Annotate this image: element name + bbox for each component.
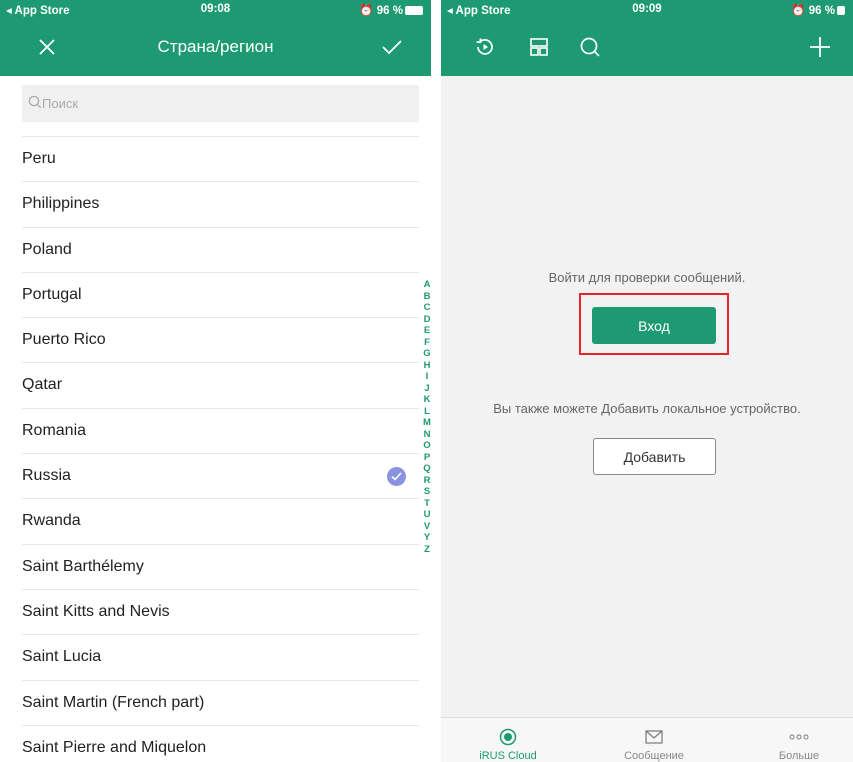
country-item[interactable]: Puerto Rico <box>22 318 419 364</box>
alphabet-letter[interactable]: R <box>421 475 431 487</box>
country-item[interactable]: Saint Martin (French part) <box>22 681 419 726</box>
playback-button[interactable] <box>468 30 502 64</box>
tab-more[interactable]: Больше <box>749 718 849 762</box>
alphabet-letter[interactable]: K <box>421 394 431 406</box>
nav-bar <box>441 18 853 76</box>
alphabet-letter[interactable]: Z <box>421 544 431 556</box>
country-region-screen: ◂ App Store 09:08 ⏰ 96 % Страна/регион P… <box>0 0 431 762</box>
alphabet-letter[interactable]: D <box>421 314 431 326</box>
country-name: Romania <box>22 421 87 439</box>
battery-percent: 96 % <box>808 5 835 17</box>
alphabet-letter[interactable]: A <box>421 279 431 291</box>
add-device-button[interactable] <box>803 30 837 64</box>
alphabet-letter[interactable]: G <box>421 348 431 360</box>
alphabet-letter[interactable]: M <box>421 417 431 429</box>
checkmark-icon <box>382 40 402 55</box>
login-button[interactable]: Вход <box>592 307 716 344</box>
country-name: Saint Barthélemy <box>22 557 144 575</box>
country-item[interactable]: Russia <box>22 454 419 500</box>
login-prompt-text: Войти для проверки сообщений. <box>548 270 746 285</box>
more-dots-icon <box>789 734 809 740</box>
alphabet-letter[interactable]: V <box>421 521 431 533</box>
alphabet-letter[interactable]: L <box>421 406 431 418</box>
country-name: Rwanda <box>22 512 81 530</box>
status-bar: ◂ App Store 09:09 ⏰ 96 % <box>441 0 853 18</box>
alarm-icon: ⏰ <box>791 5 806 17</box>
cloud-dot-icon <box>499 728 517 746</box>
playback-history-icon <box>476 38 493 55</box>
alphabet-letter[interactable]: P <box>421 452 431 464</box>
screen-divider <box>431 0 441 762</box>
country-item[interactable]: Saint Lucia <box>22 635 419 681</box>
alphabet-letter[interactable]: F <box>421 337 431 349</box>
alphabet-letter[interactable]: Y <box>421 532 431 544</box>
country-name: Saint Kitts and Nevis <box>22 602 170 620</box>
alphabet-index[interactable]: ABCDEFGHIJKLMNOPQRSTUVYZ <box>421 279 431 555</box>
tab-label: Сообщение <box>624 750 684 762</box>
alphabet-letter[interactable]: I <box>421 371 431 383</box>
search-button[interactable] <box>573 30 607 64</box>
country-item[interactable]: Saint Pierre and Miquelon <box>22 726 419 762</box>
confirm-button[interactable] <box>375 30 409 64</box>
alphabet-letter[interactable]: C <box>421 302 431 314</box>
country-name: Russia <box>22 467 71 485</box>
alphabet-letter[interactable]: B <box>421 291 431 303</box>
country-item[interactable]: Qatar <box>22 363 419 409</box>
status-battery: ⏰ 96 % <box>359 3 423 17</box>
alphabet-letter[interactable]: U <box>421 509 431 521</box>
search-icon <box>28 95 42 109</box>
battery-icon <box>405 6 423 15</box>
alphabet-letter[interactable]: T <box>421 498 431 510</box>
country-item[interactable]: Peru <box>22 137 419 183</box>
page-title: Страна/регион <box>157 37 274 56</box>
country-name: Qatar <box>22 376 63 394</box>
alphabet-letter[interactable]: S <box>421 486 431 498</box>
country-name: Saint Lucia <box>22 648 102 666</box>
search-icon <box>580 37 600 57</box>
tab-label: iRUS Cloud <box>479 750 537 762</box>
country-item[interactable]: Philippines <box>22 182 419 228</box>
tab-bar: iRUS Cloud Сообщение Больше <box>441 717 853 762</box>
alphabet-letter[interactable]: H <box>421 360 431 372</box>
country-name: Philippines <box>22 195 100 213</box>
tab-message[interactable]: Сообщение <box>604 718 704 762</box>
tab-label: Больше <box>778 750 820 762</box>
alphabet-letter[interactable]: N <box>421 429 431 441</box>
country-item[interactable]: Poland <box>22 228 419 273</box>
country-name: Puerto Rico <box>22 331 106 349</box>
nav-bar: Страна/регион <box>0 18 431 76</box>
plus-icon <box>810 37 830 57</box>
country-name: Portugal <box>22 285 82 303</box>
layout-grid-icon <box>530 38 548 56</box>
search-box[interactable] <box>22 85 419 122</box>
alphabet-letter[interactable]: E <box>421 325 431 337</box>
search-input[interactable] <box>42 85 402 122</box>
envelope-icon <box>645 730 663 744</box>
add-device-hint-text: Вы также можете Добавить локальное устро… <box>493 401 801 416</box>
country-name: Saint Pierre and Miquelon <box>22 738 207 756</box>
country-item[interactable]: Rwanda <box>22 499 419 545</box>
country-name: Saint Martin (French part) <box>22 693 205 711</box>
message-screen: ◂ App Store 09:09 ⏰ 96 % Войти для прове… <box>441 0 853 762</box>
country-item[interactable]: Romania <box>22 409 419 455</box>
tab-irus-cloud[interactable]: iRUS Cloud <box>458 718 558 762</box>
add-button[interactable]: Добавить <box>593 438 716 475</box>
selected-check-icon <box>387 467 406 487</box>
layout-button[interactable] <box>522 30 556 64</box>
battery-percent: 96 % <box>376 5 403 17</box>
country-name: Poland <box>22 240 72 258</box>
alarm-icon: ⏰ <box>359 5 374 17</box>
country-item[interactable]: Saint Barthélemy <box>22 545 419 590</box>
status-battery: ⏰ 96 % <box>791 3 845 17</box>
country-item[interactable]: Saint Kitts and Nevis <box>22 590 419 636</box>
alphabet-letter[interactable]: J <box>421 383 431 395</box>
alphabet-letter[interactable]: Q <box>421 463 431 475</box>
status-bar: ◂ App Store 09:08 ⏰ 96 % <box>0 0 431 18</box>
country-item[interactable]: Portugal <box>22 273 419 319</box>
battery-icon <box>837 6 845 15</box>
country-name: Peru <box>22 150 56 167</box>
alphabet-letter[interactable]: O <box>421 440 431 452</box>
country-list: Peru Philippines Poland Portugal Puerto Rico… <box>0 137 431 762</box>
